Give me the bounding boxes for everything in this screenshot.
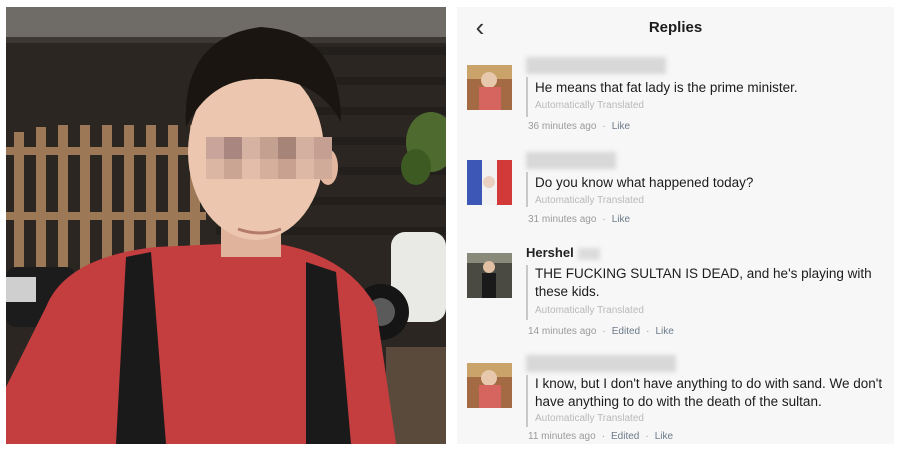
comment-meta: 36 minutes ago · Like xyxy=(528,121,631,132)
comment-text: THE FUCKING SULTAN IS DEAD, and he's pla… xyxy=(535,266,872,299)
profile-photo xyxy=(6,7,446,444)
comment-item: Do you know what happened today? Automat… xyxy=(467,152,887,232)
like-button[interactable]: Like xyxy=(612,121,630,132)
translated-label: Automatically Translated xyxy=(535,413,644,424)
avatar[interactable] xyxy=(467,65,512,110)
timestamp: 31 minutes ago xyxy=(528,214,597,225)
translated-label: Automatically Translated xyxy=(535,305,644,316)
top-bar: ‹ Replies xyxy=(457,7,894,51)
blurred-name xyxy=(526,57,666,74)
comment-bar xyxy=(526,77,528,117)
avatar[interactable] xyxy=(467,253,512,298)
replies-panel: ‹ Replies He means that fat lady is the … xyxy=(457,7,894,444)
comment-meta: 14 minutes ago · Edited · Like xyxy=(528,326,674,337)
like-button[interactable]: Like xyxy=(612,214,630,225)
comment-text: He means that fat lady is the prime mini… xyxy=(535,80,798,95)
commenter-name[interactable]: Hershel xyxy=(526,245,600,260)
photo-illustration xyxy=(6,7,446,444)
comment-bar xyxy=(526,172,528,207)
timestamp: 36 minutes ago xyxy=(528,121,597,132)
blurred-name xyxy=(526,152,616,169)
comment-bar xyxy=(526,265,528,320)
timestamp: 11 minutes ago xyxy=(528,431,596,442)
comment-bar xyxy=(526,375,528,427)
blurred-name xyxy=(526,355,676,372)
comment-item: I know, but I don't have anything to do … xyxy=(467,355,887,444)
timestamp: 14 minutes ago xyxy=(528,326,597,337)
comment-meta: 11 minutes ago · Edited · Like xyxy=(528,431,674,442)
comment-meta: 31 minutes ago · Like xyxy=(528,214,631,225)
avatar[interactable] xyxy=(467,160,512,205)
translated-label: Automatically Translated xyxy=(535,195,644,206)
like-button[interactable]: Like xyxy=(655,326,673,337)
edited-label[interactable]: Edited xyxy=(611,431,639,442)
translated-label: Automatically Translated xyxy=(535,100,644,111)
edited-label[interactable]: Edited xyxy=(612,326,640,337)
page-title: Replies xyxy=(648,19,703,36)
avatar[interactable] xyxy=(467,363,512,408)
comment-text: Do you know what happened today? xyxy=(535,175,754,190)
comment-text: I know, but I don't have anything to do … xyxy=(535,376,883,409)
like-button[interactable]: Like xyxy=(655,431,673,442)
comment-item: Hershel THE FUCKING SULTAN IS DEAD, and … xyxy=(467,245,887,345)
comment-item: He means that fat lady is the prime mini… xyxy=(467,57,887,142)
